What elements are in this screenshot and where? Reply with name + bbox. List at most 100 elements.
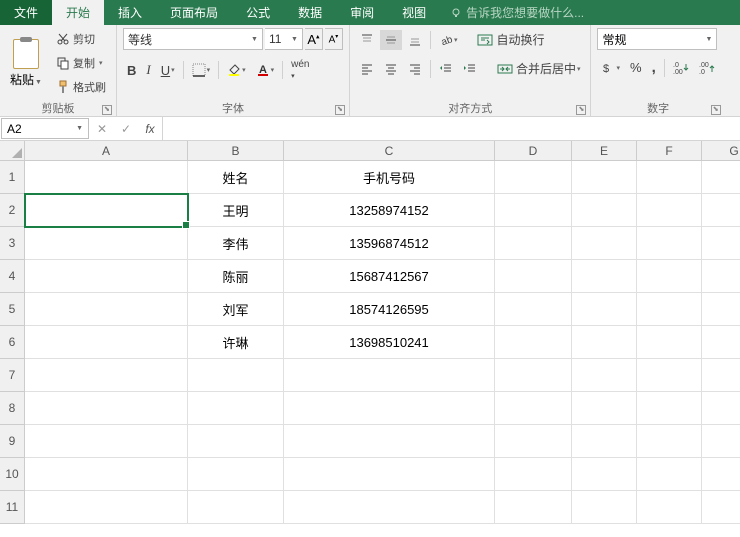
cell-B5[interactable]: 刘军 (188, 293, 284, 326)
row-header-6[interactable]: 6 (0, 326, 25, 359)
row-header-11[interactable]: 11 (0, 491, 25, 524)
cell-G5[interactable] (702, 293, 740, 326)
cell-A9[interactable] (25, 425, 188, 458)
cell-E3[interactable] (572, 227, 637, 260)
number-launcher[interactable]: ⬊ (711, 105, 721, 115)
paste-button[interactable]: 粘贴▼ (6, 37, 46, 90)
font-color-button[interactable]: A▾ (252, 60, 279, 80)
col-header-C[interactable]: C (284, 141, 495, 161)
number-format-select[interactable]: 常规▼ (597, 28, 717, 50)
cell-E2[interactable] (572, 194, 637, 227)
merge-center-button[interactable]: 合并后居中▾ (493, 57, 585, 80)
cell-B9[interactable] (188, 425, 284, 458)
cell-D1[interactable] (495, 161, 572, 194)
row-header-4[interactable]: 4 (0, 260, 25, 293)
cell-F8[interactable] (637, 392, 702, 425)
col-header-E[interactable]: E (572, 141, 637, 161)
cell-F5[interactable] (637, 293, 702, 326)
col-header-A[interactable]: A (25, 141, 188, 161)
cell-E4[interactable] (572, 260, 637, 293)
cell-D8[interactable] (495, 392, 572, 425)
cell-D3[interactable] (495, 227, 572, 260)
col-header-G[interactable]: G (702, 141, 740, 161)
wrap-text-button[interactable]: 自动换行 (473, 28, 548, 51)
cell-E11[interactable] (572, 491, 637, 524)
tab-file[interactable]: 文件 (0, 0, 52, 25)
cell-F1[interactable] (637, 161, 702, 194)
copy-button[interactable]: 复制▾ (52, 52, 110, 74)
cell-G3[interactable] (702, 227, 740, 260)
align-launcher[interactable]: ⬊ (576, 105, 586, 115)
cell-C3[interactable]: 13596874512 (284, 227, 495, 260)
cancel-formula-button[interactable]: ✕ (90, 122, 114, 136)
cell-B2[interactable]: 王明 (188, 194, 284, 227)
cell-F7[interactable] (637, 359, 702, 392)
col-header-D[interactable]: D (495, 141, 572, 161)
cell-F4[interactable] (637, 260, 702, 293)
cell-G11[interactable] (702, 491, 740, 524)
cell-F2[interactable] (637, 194, 702, 227)
cell-A1[interactable] (25, 161, 188, 194)
row-header-8[interactable]: 8 (0, 392, 25, 425)
bold-button[interactable]: B (123, 60, 140, 81)
fx-button[interactable]: fx (138, 122, 162, 136)
cell-A2[interactable] (25, 194, 188, 227)
increase-indent-button[interactable] (459, 59, 481, 79)
cell-A11[interactable] (25, 491, 188, 524)
cell-D6[interactable] (495, 326, 572, 359)
cell-G2[interactable] (702, 194, 740, 227)
increase-decimal-button[interactable]: .0.00 (669, 58, 693, 78)
align-middle-button[interactable] (380, 30, 402, 50)
tab-data[interactable]: 数据 (284, 0, 336, 25)
underline-button[interactable]: U▾ (157, 60, 179, 81)
tab-insert[interactable]: 插入 (104, 0, 156, 25)
cell-A4[interactable] (25, 260, 188, 293)
cell-A3[interactable] (25, 227, 188, 260)
cell-C6[interactable]: 13698510241 (284, 326, 495, 359)
cell-G10[interactable] (702, 458, 740, 491)
format-painter-button[interactable]: 格式刷 (52, 76, 110, 98)
cell-D9[interactable] (495, 425, 572, 458)
cell-G8[interactable] (702, 392, 740, 425)
cell-C8[interactable] (284, 392, 495, 425)
tab-layout[interactable]: 页面布局 (156, 0, 232, 25)
name-box[interactable]: A2▼ (1, 118, 89, 139)
cell-C4[interactable]: 15687412567 (284, 260, 495, 293)
row-header-2[interactable]: 2 (0, 194, 25, 227)
col-header-B[interactable]: B (188, 141, 284, 161)
cell-G9[interactable] (702, 425, 740, 458)
cell-B6[interactable]: 许琳 (188, 326, 284, 359)
align-center-button[interactable] (380, 59, 402, 79)
cell-A7[interactable] (25, 359, 188, 392)
decrease-decimal-button[interactable]: .00.0 (695, 58, 719, 78)
cell-B4[interactable]: 陈丽 (188, 260, 284, 293)
cell-B7[interactable] (188, 359, 284, 392)
cell-D11[interactable] (495, 491, 572, 524)
cell-D10[interactable] (495, 458, 572, 491)
increase-font-button[interactable]: A▴ (305, 28, 323, 50)
cell-D2[interactable] (495, 194, 572, 227)
phonetic-button[interactable]: wén▾ (287, 56, 313, 84)
cell-F6[interactable] (637, 326, 702, 359)
row-header-5[interactable]: 5 (0, 293, 25, 326)
cell-D5[interactable] (495, 293, 572, 326)
cell-E8[interactable] (572, 392, 637, 425)
tab-home[interactable]: 开始 (52, 0, 104, 25)
cell-E6[interactable] (572, 326, 637, 359)
cell-F10[interactable] (637, 458, 702, 491)
cell-C11[interactable] (284, 491, 495, 524)
comma-button[interactable]: , (648, 56, 660, 79)
cell-C2[interactable]: 13258974152 (284, 194, 495, 227)
cell-C9[interactable] (284, 425, 495, 458)
cell-C10[interactable] (284, 458, 495, 491)
cell-E10[interactable] (572, 458, 637, 491)
cell-D4[interactable] (495, 260, 572, 293)
cell-B8[interactable] (188, 392, 284, 425)
cell-E9[interactable] (572, 425, 637, 458)
cell-G1[interactable] (702, 161, 740, 194)
italic-button[interactable]: I (142, 59, 154, 81)
orientation-button[interactable]: ab▾ (435, 30, 462, 50)
cell-C7[interactable] (284, 359, 495, 392)
formula-input[interactable] (163, 117, 740, 140)
cell-G7[interactable] (702, 359, 740, 392)
